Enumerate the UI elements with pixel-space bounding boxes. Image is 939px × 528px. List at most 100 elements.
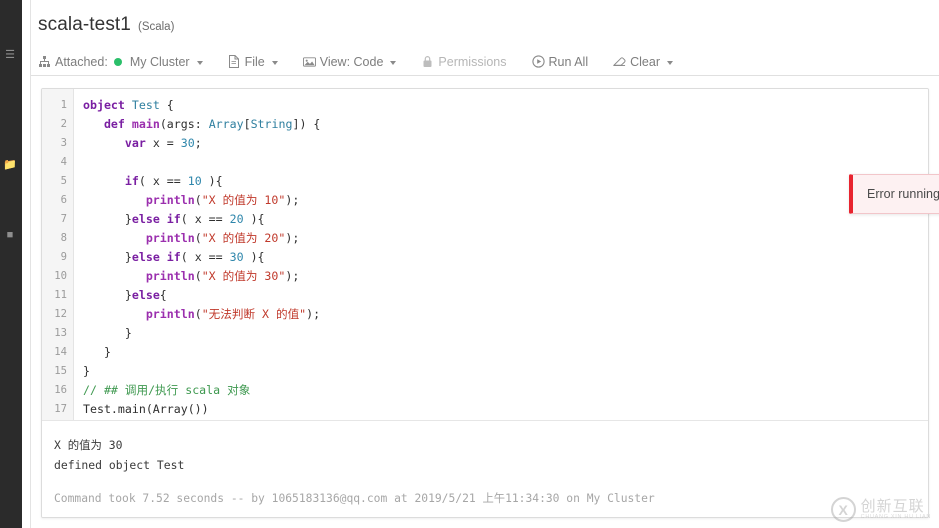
line-content[interactable]: println("X 的值为 10");	[74, 191, 299, 210]
code-token: );	[285, 269, 300, 283]
code-line[interactable]: 13 }	[42, 324, 928, 343]
file-menu-label: File	[244, 54, 265, 69]
code-token: (	[194, 307, 202, 321]
workspace-icon[interactable]: ■	[2, 228, 18, 242]
line-number: 17	[54, 403, 67, 415]
line-number: 8	[60, 232, 67, 244]
code-line[interactable]: 4	[42, 153, 928, 172]
code-token: {	[159, 98, 174, 112]
cluster-icon	[38, 55, 51, 68]
run-all-button[interactable]: Run All	[531, 48, 598, 76]
code-token: var	[124, 136, 146, 150]
page-title[interactable]: scala-test1	[38, 14, 131, 36]
clear-menu[interactable]: Clear	[613, 48, 682, 76]
code-line[interactable]: 14 }	[42, 343, 928, 362]
left-nav-rail[interactable]: ☰ 📁 ■	[0, 0, 22, 528]
code-editor[interactable]: 1 object Test {2 def main(args: Array[Str…	[42, 89, 928, 421]
error-toast[interactable]: Error running	[849, 174, 939, 214]
attached-label: Attached:	[55, 54, 108, 69]
line-content[interactable]: }	[74, 362, 90, 381]
code-token: }	[83, 288, 132, 302]
line-content[interactable]: }	[74, 343, 111, 362]
folder-icon[interactable]: 📁	[2, 158, 18, 172]
code-line[interactable]: 2 def main(args: Array[String]) {	[42, 115, 928, 134]
chevron-down-icon[interactable]	[666, 60, 673, 65]
line-content[interactable]: }	[74, 324, 132, 343]
line-content[interactable]: println("X 的值为 30");	[74, 267, 299, 286]
code-lines-container[interactable]: 1 object Test {2 def main(args: Array[Str…	[42, 89, 928, 419]
eraser-icon	[613, 55, 626, 68]
code-line[interactable]: 9 }else if( x == 30 ){	[42, 248, 928, 267]
file-menu[interactable]: File	[228, 48, 287, 76]
code-line[interactable]: 15}	[42, 362, 928, 381]
code-line[interactable]: 6 println("X 的值为 10");	[42, 191, 928, 210]
error-toast-message: Error running	[867, 187, 939, 201]
line-number: 15	[54, 365, 67, 377]
view-menu[interactable]: View: Code	[302, 48, 406, 76]
line-number: 11	[54, 289, 67, 301]
code-token: else	[131, 288, 160, 302]
code-token: else if	[131, 250, 181, 264]
code-line[interactable]: 1 object Test {	[42, 96, 928, 115]
code-token: ){	[243, 250, 265, 264]
command-status-line: Command took 7.52 seconds -- by 10651831…	[54, 492, 655, 505]
code-token: 10	[187, 174, 202, 188]
command-cell-wrapper: 1 object Test {2 def main(args: Array[Str…	[41, 88, 939, 528]
code-line[interactable]: 12 println("无法判断 X 的值");	[42, 305, 928, 324]
chevron-down-icon[interactable]	[390, 60, 397, 65]
notebook-toolbar: Attached: My Cluster File View: Code Per…	[31, 48, 939, 76]
result-output: X 的值为 30 defined object Test	[54, 435, 928, 475]
code-token: main	[131, 117, 160, 131]
permissions-label: Permissions	[438, 54, 507, 69]
code-token: [	[243, 117, 251, 131]
code-line[interactable]: 16 // ## 调用/执行 scala 对象	[42, 381, 928, 400]
permissions-button[interactable]: Permissions	[421, 48, 515, 76]
command-cell: 1 object Test {2 def main(args: Array[Str…	[41, 88, 929, 518]
code-line[interactable]: 17 Test.main(Array())	[42, 400, 928, 419]
chevron-down-icon[interactable]	[271, 60, 278, 65]
code-token: }	[83, 212, 132, 226]
code-line[interactable]: 7 }else if( x == 20 ){	[42, 210, 928, 229]
next-command-cell-stub[interactable]	[72, 518, 212, 528]
line-content[interactable]: }else if( x == 30 ){	[74, 248, 265, 267]
cluster-selector[interactable]: Attached: My Cluster	[38, 48, 212, 76]
code-token: }	[83, 345, 111, 359]
code-line[interactable]: 11 }else{	[42, 286, 928, 305]
line-content[interactable]: var x = 30;	[74, 134, 202, 153]
line-number: 7	[60, 213, 67, 225]
code-token: ( x ==	[138, 174, 188, 188]
clear-label: Clear	[630, 54, 660, 69]
line-content[interactable]: if( x == 10 ){	[74, 172, 223, 191]
command-results: X 的值为 30 defined object Test Command took…	[42, 421, 928, 517]
code-token: (	[194, 231, 202, 245]
code-line[interactable]: 10 println("X 的值为 30");	[42, 267, 928, 286]
line-content[interactable]: object Test {	[74, 96, 174, 115]
code-token: (	[194, 269, 202, 283]
code-line[interactable]: 3 var x = 30;	[42, 134, 928, 153]
code-token: );	[285, 193, 300, 207]
line-content[interactable]: Test.main(Array())	[74, 400, 209, 419]
code-token: {	[159, 288, 167, 302]
code-token: 20	[229, 212, 244, 226]
line-content[interactable]: println("X 的值为 20");	[74, 229, 299, 248]
menu-icon[interactable]: ☰	[2, 48, 18, 62]
code-line[interactable]: 5 if( x == 10 ){	[42, 172, 928, 191]
chevron-down-icon[interactable]	[196, 60, 203, 65]
code-line[interactable]: 8 println("X 的值为 20");	[42, 229, 928, 248]
line-number: 12	[54, 308, 67, 320]
notebook-title-row: scala-test1 (Scala)	[38, 14, 939, 36]
code-token: def	[103, 117, 125, 131]
line-content[interactable]: // ## 调用/执行 scala 对象	[74, 381, 250, 400]
line-number: 9	[60, 251, 67, 263]
code-token: ;	[194, 136, 202, 150]
code-token: Test.main(Array())	[83, 402, 209, 416]
line-content[interactable]: }else{	[74, 286, 167, 305]
code-token: "无法判断 X 的值"	[201, 307, 307, 321]
line-content[interactable]: println("无法判断 X 的值");	[74, 305, 320, 324]
code-token: (	[194, 193, 202, 207]
line-content[interactable]: def main(args: Array[String]) {	[74, 115, 320, 134]
line-content[interactable]: }else if( x == 20 ){	[74, 210, 265, 229]
